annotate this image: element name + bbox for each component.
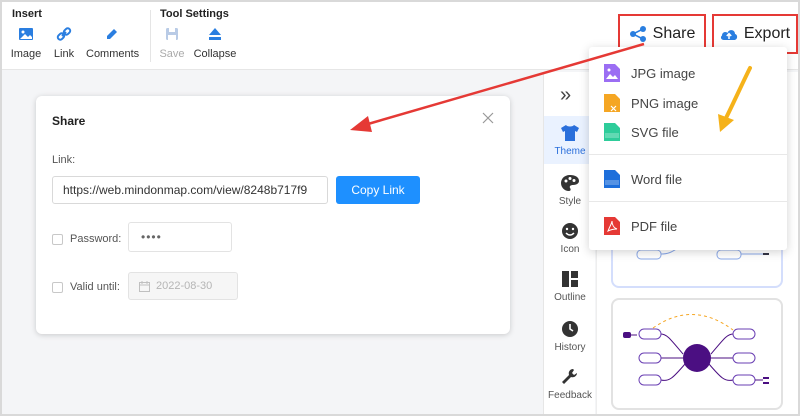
svg-file-icon [604,123,620,141]
export-dropdown-menu: JPG image PNG image SVG file Word file P… [589,47,787,250]
export-label: Export [743,25,791,42]
cloud-upload-icon [720,30,738,40]
valid-until-checkbox[interactable] [52,281,63,293]
export-png-item[interactable]: PNG image [603,93,698,113]
menu-divider [589,154,787,155]
style-label: Style [558,196,582,207]
password-option: Password: [52,233,121,245]
palette-icon [561,175,579,191]
insert-group-title: Insert [12,8,42,20]
theme-label: Theme [554,146,586,157]
word-label: Word file [631,171,683,187]
export-svg-item[interactable]: SVG file [603,122,679,142]
theme-preview-graphic [623,314,769,386]
share-label: Share [652,25,696,42]
image-icon [19,28,33,40]
share-dialog: Share Link: https://web.mindonmap.com/vi… [36,96,510,334]
valid-until-date-input[interactable]: 2022-08-30 [128,272,238,300]
icon-label: Icon [560,244,580,255]
link-icon [56,27,72,41]
jpg-label: JPG image [631,65,696,81]
share-link-input[interactable]: https://web.mindonmap.com/view/8248b717f… [52,176,328,204]
png-file-icon [604,94,620,112]
password-checkbox[interactable] [52,233,63,245]
export-pdf-item[interactable]: PDF file [603,216,677,236]
pdf-file-icon [604,217,620,235]
outline-label: Outline [554,292,586,303]
valid-until-value: 2022-08-30 [156,280,213,292]
doc-file-icon [604,170,620,188]
dialog-title: Share [52,114,86,128]
export-jpg-item[interactable]: JPG image [603,63,695,83]
history-label: History [554,342,586,353]
comments-label: Comments [86,48,140,60]
wrench-icon [562,369,577,384]
insert-link-button[interactable]: Link [38,26,90,66]
sidebar-item-history[interactable]: History [544,320,596,353]
valid-until-option: Valid until: [52,281,120,293]
jpg-file-icon [604,64,620,82]
eject-icon [209,28,221,40]
export-word-item[interactable]: Word file [603,169,682,189]
menu-divider [589,201,787,202]
sidebar-item-outline[interactable]: Outline [544,270,596,303]
save-icon [166,28,178,40]
right-sidebar: » Theme Style Icon Outline History Feedb… [543,72,596,414]
tool-settings-group-title: Tool Settings [160,8,229,20]
valid-until-label: Valid until: [70,281,120,293]
clock-icon [562,321,578,337]
tshirt-icon [561,125,579,141]
link-field-label: Link: [52,154,76,166]
insert-comments-button[interactable]: Comments [86,26,140,66]
calendar-icon [139,280,150,292]
png-label: PNG image [631,95,699,111]
smiley-icon [562,223,578,239]
collapse-label: Collapse [193,48,237,60]
password-label: Password: [70,233,122,245]
share-icon [629,26,646,42]
sidebar-item-feedback[interactable]: Feedback [544,368,596,401]
expand-panel-icon[interactable]: » [560,84,571,107]
collapse-button[interactable]: Collapse [189,26,241,66]
svg-label: SVG file [631,124,679,140]
outline-icon [562,271,578,287]
app-window: Insert Tool Settings Image Link Comments… [0,0,800,416]
copy-link-button[interactable]: Copy Link [336,176,420,204]
close-icon[interactable] [482,112,494,124]
feedback-label: Feedback [548,390,592,401]
pdf-label: PDF file [631,218,678,234]
link-label: Link [53,48,75,60]
password-input[interactable]: •••• [128,222,232,252]
theme-thumbnail[interactable] [611,298,783,410]
pencil-icon [107,29,117,39]
